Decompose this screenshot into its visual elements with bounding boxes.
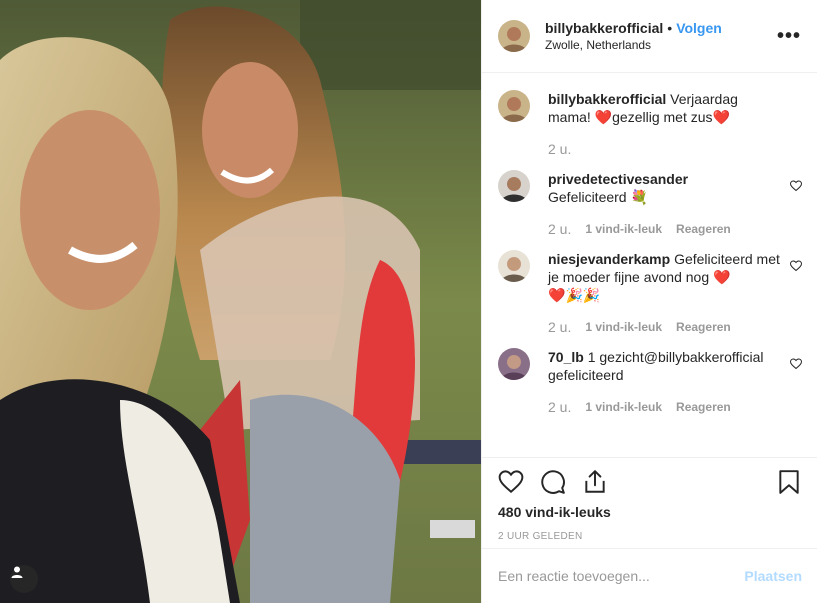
add-comment-bar: Plaatsen [482,548,817,603]
comment-likes[interactable]: 1 vind-ik-leuk [585,398,662,416]
like-icon[interactable] [498,469,524,495]
post-side-panel: billybakkerofficial • Volgen Zwolle, Net… [481,0,817,603]
post-location[interactable]: Zwolle, Netherlands [545,38,777,52]
list-item: 70_lb 1 gezicht@billybakkerofficial gefe… [498,348,802,428]
comment-text-part: Gefeliciteerd [548,189,631,205]
user-tag-icon[interactable] [10,565,38,593]
commenter-username[interactable]: 70_lb [548,349,584,365]
comment-meta: 2 u. 1 vind-ik-leuk Reageren [548,318,780,336]
comment-icon[interactable] [540,469,566,495]
post-timestamp[interactable]: 2 UUR GELEDEN [498,531,802,542]
small-heart-icon[interactable] [790,358,802,370]
share-icon[interactable] [582,469,608,495]
reply-button[interactable]: Reageren [676,318,731,336]
bookmark-icon[interactable] [776,469,802,495]
photo-illustration [0,0,481,603]
post-comment-button[interactable]: Plaatsen [744,568,802,584]
comment-input[interactable] [498,568,745,584]
commenter-username[interactable]: privedetectivesander [548,171,688,187]
small-heart-icon[interactable] [790,180,802,192]
likes-count[interactable]: 480 vind-ik-leuks [498,504,802,520]
comment-time[interactable]: 2 u. [548,398,571,416]
comment-text: privedetectivesander Gefeliciteerd 💐 [548,170,780,206]
separator-dot: • [667,20,673,36]
comment-likes[interactable]: 1 vind-ik-leuk [585,220,662,238]
post-photo[interactable] [0,0,481,603]
comments-list[interactable]: billybakkerofficial Verjaardag mama! ❤️g… [482,74,817,457]
comment-text: billybakkerofficial Verjaardag mama! ❤️g… [548,90,780,126]
list-item: privedetectivesander Gefeliciteerd 💐 2 u.… [498,170,802,250]
comment-meta: 2 u. 1 vind-ik-leuk Reageren [548,220,780,238]
comment-text: 70_lb 1 gezicht@billybakkerofficial gefe… [548,348,780,384]
commenter-avatar[interactable] [498,348,530,380]
commenter-username[interactable]: niesjevanderkamp [548,251,670,267]
comment-text: niesjevanderkamp Gefeliciteerd met je mo… [548,250,780,304]
comment-time[interactable]: 2 u. [548,318,571,336]
heart-emoji: ❤️ [594,109,613,125]
caption-comment: billybakkerofficial Verjaardag mama! ❤️g… [498,90,802,170]
commenter-avatar[interactable] [498,250,530,282]
party-emoji: 🎉🎉 [565,287,601,303]
list-item: niesjevanderkamp Gefeliciteerd met je mo… [498,250,802,348]
heart-emoji: ❤️ [548,287,566,303]
post-header: billybakkerofficial • Volgen Zwolle, Net… [482,0,817,73]
comment-likes[interactable]: 1 vind-ik-leuk [585,318,662,336]
heart-emoji: ❤️ [713,269,731,285]
post-actions: 480 vind-ik-leuks 2 UUR GELEDEN [482,457,817,542]
small-heart-icon[interactable] [790,260,802,272]
commenter-avatar[interactable] [498,170,530,202]
reply-button[interactable]: Reageren [676,220,731,238]
heart-emoji: ❤️ [712,109,730,125]
bouquet-emoji: 💐 [630,189,648,205]
follow-button[interactable]: Volgen [676,20,722,36]
comment-meta: 2 u. 1 vind-ik-leuk Reageren [548,398,780,416]
more-options-button[interactable]: ••• [777,25,801,48]
comment-time[interactable]: 2 u. [548,220,571,238]
comment-time[interactable]: 2 u. [548,140,571,158]
author-avatar[interactable] [498,20,530,52]
comment-meta: 2 u. [548,140,780,158]
reply-button[interactable]: Reageren [676,398,731,416]
commenter-avatar[interactable] [498,90,530,122]
post-viewer: billybakkerofficial • Volgen Zwolle, Net… [0,0,817,603]
commenter-username[interactable]: billybakkerofficial [548,91,666,107]
author-username[interactable]: billybakkerofficial [545,20,663,36]
comment-text-part: gezellig met zus [612,109,713,125]
